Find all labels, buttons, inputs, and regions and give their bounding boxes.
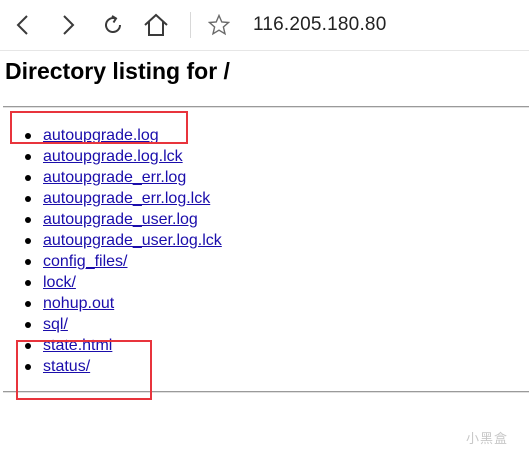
back-arrow-icon: [16, 15, 28, 35]
refresh-button[interactable]: [98, 10, 128, 40]
file-link[interactable]: autoupgrade.log: [43, 127, 159, 144]
refresh-icon: [105, 15, 122, 34]
forward-arrow-icon: [63, 15, 75, 35]
folder-link[interactable]: sql/: [43, 316, 68, 333]
file-link[interactable]: autoupgrade.log.lck: [43, 148, 183, 165]
list-item: config_files/: [0, 251, 222, 272]
bullet-icon: [25, 301, 31, 307]
browser-toolbar: 116.205.180.80: [0, 0, 529, 51]
list-item: state.html: [0, 335, 222, 356]
forward-button[interactable]: [53, 10, 83, 40]
favorite-button[interactable]: [204, 10, 234, 40]
file-link[interactable]: nohup.out: [43, 295, 114, 312]
top-divider: [3, 106, 529, 108]
bullet-icon: [25, 343, 31, 349]
directory-listing: autoupgrade.log autoupgrade.log.lck auto…: [0, 125, 222, 377]
list-item: status/: [0, 356, 222, 377]
list-item: autoupgrade.log: [0, 125, 222, 146]
home-icon: [144, 13, 168, 36]
file-link[interactable]: autoupgrade_err.log: [43, 169, 186, 186]
home-button[interactable]: [141, 10, 171, 40]
list-item: autoupgrade_err.log: [0, 167, 222, 188]
file-link[interactable]: autoupgrade_user.log: [43, 211, 198, 228]
list-item: nohup.out: [0, 293, 222, 314]
bullet-icon: [25, 196, 31, 202]
page-title: Directory listing for /: [5, 58, 230, 84]
bullet-icon: [25, 133, 31, 139]
file-link[interactable]: state.html: [43, 337, 112, 354]
toolbar-separator: [190, 12, 191, 38]
star-icon: [208, 14, 230, 36]
address-bar[interactable]: 116.205.180.80: [253, 14, 386, 36]
bullet-icon: [25, 238, 31, 244]
list-item: autoupgrade_user.log: [0, 209, 222, 230]
bullet-icon: [25, 175, 31, 181]
list-item: autoupgrade_err.log.lck: [0, 188, 222, 209]
bullet-icon: [25, 217, 31, 223]
list-item: sql/: [0, 314, 222, 335]
folder-link[interactable]: status/: [43, 358, 90, 375]
bullet-icon: [25, 154, 31, 160]
list-item: autoupgrade_user.log.lck: [0, 230, 222, 251]
list-item: autoupgrade.log.lck: [0, 146, 222, 167]
list-item: lock/: [0, 272, 222, 293]
bullet-icon: [25, 322, 31, 328]
back-button[interactable]: [8, 10, 38, 40]
folder-link[interactable]: lock/: [43, 274, 76, 291]
bullet-icon: [25, 259, 31, 265]
bottom-divider: [3, 391, 529, 393]
bullet-icon: [25, 364, 31, 370]
folder-link[interactable]: config_files/: [43, 253, 128, 270]
file-link[interactable]: autoupgrade_user.log.lck: [43, 232, 222, 249]
watermark: 小黑盒: [466, 432, 509, 447]
file-link[interactable]: autoupgrade_err.log.lck: [43, 190, 210, 207]
bullet-icon: [25, 280, 31, 286]
